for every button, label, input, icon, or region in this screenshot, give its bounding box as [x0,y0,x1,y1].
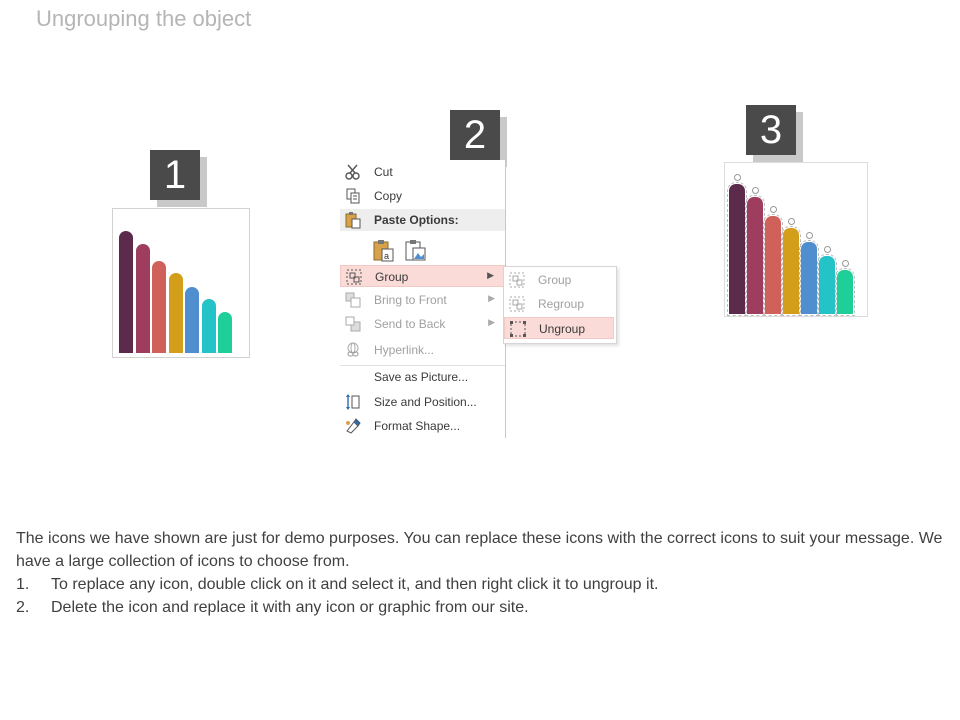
instructions-paragraph: The icons we have shown are just for dem… [16,530,943,570]
selection-handle-icon [806,232,813,239]
menu-item-label: Save as Picture... [374,370,469,384]
slide-title: Ungrouping the object [36,6,252,31]
instruction-step-2: 2. Delete the icon and replace it with a… [16,596,946,619]
grouped-chart-object[interactable] [112,208,250,358]
menu-item-send-to-back[interactable]: Send to Back ▶ [340,313,505,335]
menu-item-group[interactable]: Group ▶ [340,265,505,287]
group-icon [345,268,363,286]
menu-item-save-as-picture[interactable]: Save as Picture... [340,365,505,388]
selection-handle-icon [788,218,795,225]
chart-bar [119,231,133,353]
group-icon [508,271,526,289]
chart-bar [152,261,166,353]
menu-item-label: Paste Options: [374,213,459,227]
submenu-arrow-icon: ▶ [488,293,495,303]
group-submenu: Group Regroup Ungroup [503,266,617,344]
scissors-icon [344,163,362,181]
chart-bar [185,287,199,353]
selection-handle-icon [734,174,741,181]
menu-item-cut[interactable]: Cut [340,161,505,183]
ungrouped-chart-object[interactable] [724,162,868,317]
menu-item-size-and-position[interactable]: Size and Position... [340,391,505,413]
step-text: To replace any icon, double click on it … [51,576,659,593]
chart-bar [168,273,183,353]
menu-item-copy[interactable]: Copy [340,185,505,207]
menu-item-bring-to-front[interactable]: Bring to Front ▶ [340,289,505,311]
copy-icon [344,187,362,205]
paste-keep-text-icon[interactable]: a [372,238,396,262]
ungroup-icon [509,320,527,338]
step-badge-3: 3 [746,105,796,155]
selection-handle-icon [842,260,849,267]
menu-item-hyperlink[interactable]: Hyperlink... [340,339,505,361]
chart-bar [745,187,765,316]
svg-text:a: a [384,251,389,261]
step-badge-1: 1 [150,150,200,200]
paste-picture-icon[interactable] [404,238,428,262]
size-position-icon [344,393,362,411]
chart-bar [135,244,150,353]
chart-bar [763,206,783,316]
step-text: Delete the icon and replace it with any … [51,599,529,616]
paste-icon [344,211,362,229]
step-number: 2. [16,599,30,616]
hyperlink-icon [344,341,362,359]
menu-item-label: Bring to Front [374,293,447,307]
selection-handle-icon [752,187,759,194]
menu-item-paste-options: Paste Options: [340,209,505,231]
menu-item-label: Group [375,270,409,284]
submenu-item-label: Group [538,273,572,287]
menu-item-format-shape[interactable]: Format Shape... [340,415,505,437]
bring-to-front-icon [344,291,362,309]
menu-item-label: Hyperlink... [374,343,435,357]
submenu-item-regroup[interactable]: Regroup [504,293,614,315]
submenu-item-label: Ungroup [539,322,586,336]
submenu-arrow-icon: ▶ [487,270,494,280]
chart-bar [799,232,819,316]
menu-item-label: Cut [374,165,393,179]
step-number: 1. [16,576,30,593]
paste-buttons-row: a [340,236,505,264]
menu-item-label: Copy [374,189,403,203]
submenu-item-label: Regroup [538,297,585,311]
chart-bar [727,174,747,316]
submenu-item-group[interactable]: Group [504,269,614,291]
chart-bar [201,299,216,353]
instructions: The icons we have shown are just for dem… [16,527,946,619]
chart-bar [835,260,855,316]
submenu-item-ungroup[interactable]: Ungroup [504,317,614,339]
step-badge-2: 2 [450,110,500,160]
selection-handle-icon [770,206,777,213]
chart-bar [817,246,837,316]
context-menu: Cut Copy Paste Options: a Group ▶ Bring … [340,160,506,438]
send-to-back-icon [344,315,362,333]
selection-handle-icon [824,246,831,253]
chart-bar [218,312,232,353]
regroup-icon [508,295,526,313]
submenu-arrow-icon: ▶ [488,317,495,327]
instruction-step-1: 1. To replace any icon, double click on … [16,573,946,596]
menu-item-label: Format Shape... [374,419,461,433]
chart-bar [781,218,801,316]
menu-item-label: Send to Back [374,317,446,331]
menu-item-label: Size and Position... [374,395,477,409]
format-shape-icon [344,417,362,435]
